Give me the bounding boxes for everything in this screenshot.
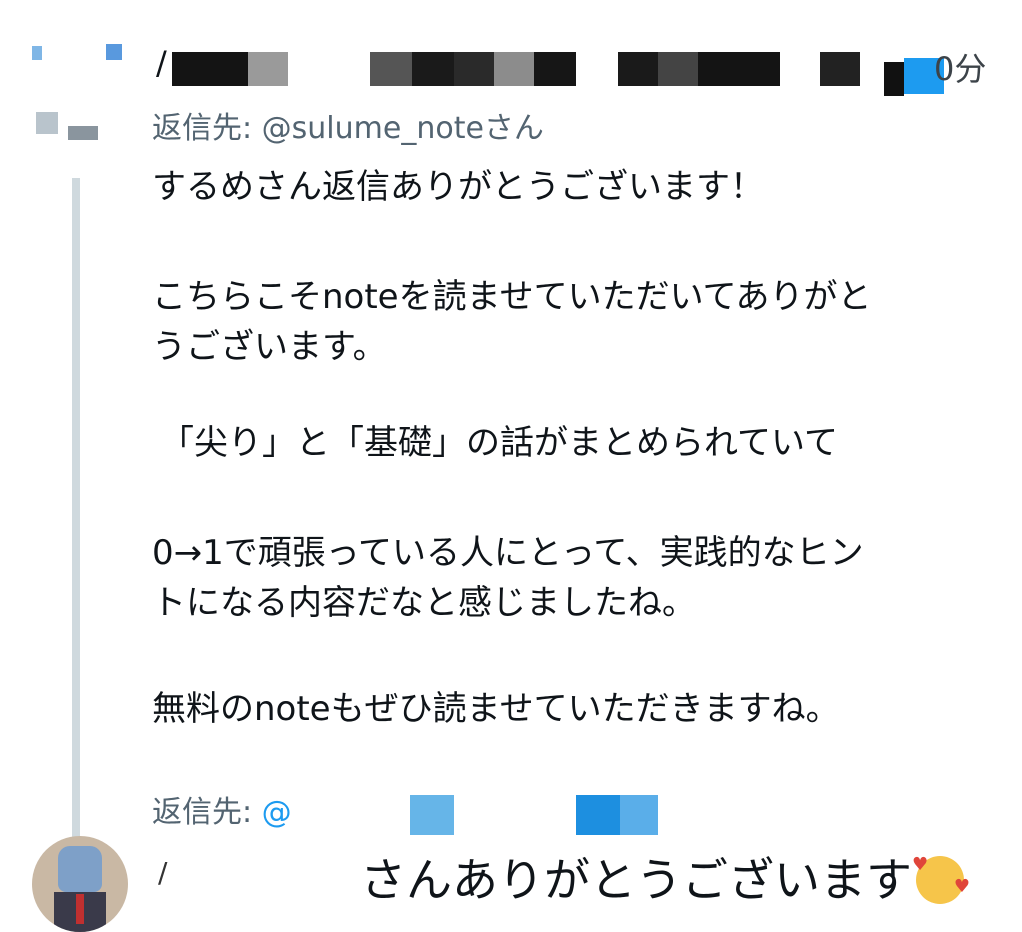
reply-to-line-2: 返信先: @ [152,787,292,831]
reply-text: さんありがとうございます [360,853,912,907]
tweet-text-line: 0→1で頑張っている人にとって、実践的なヒン [152,533,864,573]
tweet-text-line: トになる内容だなと感じましたね。 [152,583,696,623]
avatar-fragment [68,126,98,140]
avatar[interactable] [28,42,128,140]
tweet-text-line: 無料のnoteもぜひ読ませていただきますね。 [152,689,840,729]
smiling-face-with-hearts-icon: ♥ ♥ [912,854,970,904]
reply-to-line: 返信先: @sulume_noteさん [152,103,544,147]
avatar[interactable] [32,836,128,932]
avatar-figure [76,894,84,924]
redacted-handle-block [410,795,454,835]
reply-to-label-2: 返信先: [152,795,262,830]
avatar-fragment [106,44,122,60]
timestamp[interactable]: 0分 [934,44,986,90]
reply-to-suffix: さん [483,111,544,146]
display-name[interactable]: / [156,44,167,82]
display-name-fragment[interactable]: / [158,856,167,889]
tweet-text-line: さんありがとうございます ♥ ♥ [360,844,970,910]
tweet-text-line: こちらこそnoteを読ませていただいてありがと [152,277,872,317]
reply-to-handle-2[interactable]: @ [262,795,292,830]
tweet-text-line: 「尖り」と「基礎」の話がまとめられていて [160,423,838,463]
avatar-fragment [36,112,58,134]
redacted-handle-block [620,795,658,835]
tweet-text-line: うございます。 [152,327,387,367]
thread-connector-line [72,178,80,838]
avatar-figure [58,846,102,892]
reply-to-handle[interactable]: @sulume_note [262,111,484,146]
tweet-text-line: するめさん返信ありがとうございます！ [152,167,764,207]
avatar-fragment [32,46,42,60]
reply-to-label: 返信先: [152,111,262,146]
